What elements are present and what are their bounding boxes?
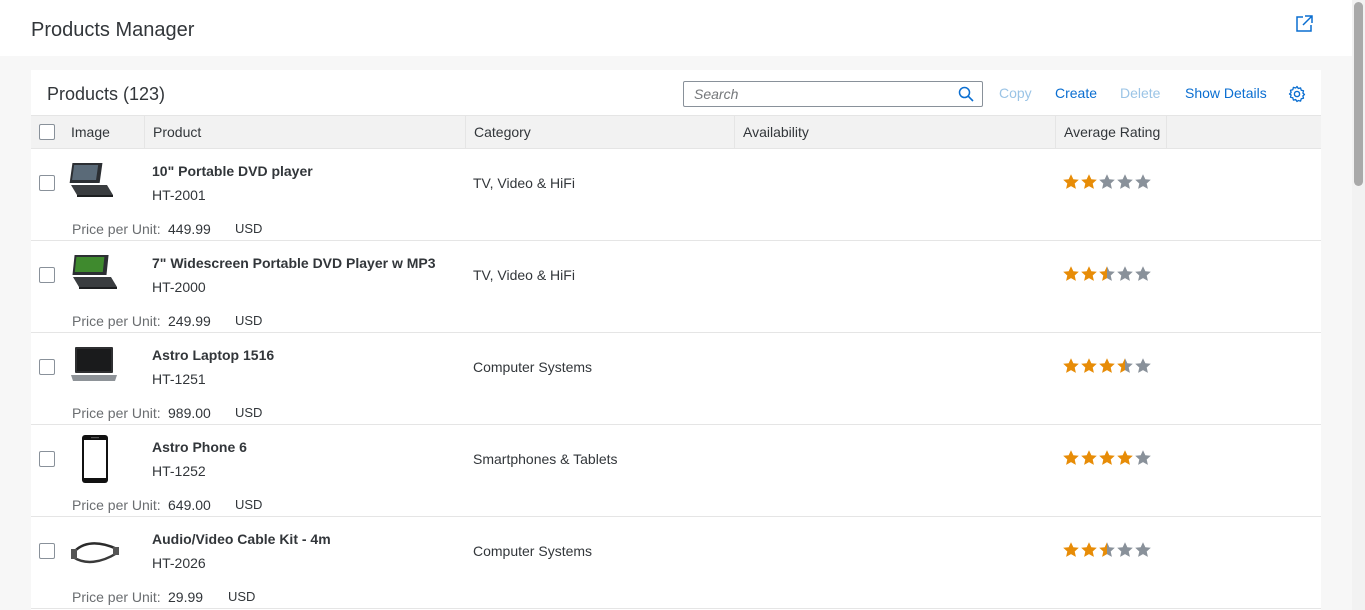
table-row[interactable]: Astro Laptop 1516 HT-1251 Computer Syste… — [31, 333, 1321, 425]
star-icon — [1063, 358, 1079, 373]
row-checkbox[interactable] — [39, 543, 55, 559]
product-id: HT-2001 — [152, 187, 206, 203]
price-value: 449.99 — [168, 221, 211, 237]
page-title: Products Manager — [31, 19, 195, 41]
price-value: 249.99 — [168, 313, 211, 329]
product-name[interactable]: Astro Laptop 1516 — [152, 347, 274, 363]
rating-stars — [1062, 173, 1152, 193]
star-icon — [1135, 358, 1151, 373]
table-row[interactable]: Audio/Video Cable Kit - 4m HT-2026 Compu… — [31, 517, 1321, 609]
star-icon — [1135, 450, 1151, 465]
star-icon — [1081, 450, 1097, 465]
product-id: HT-1252 — [152, 463, 206, 479]
star-icon — [1081, 358, 1097, 373]
product-id: HT-1251 — [152, 371, 206, 387]
row-checkbox[interactable] — [39, 359, 55, 375]
star-icon — [1135, 542, 1151, 557]
star-icon — [1117, 174, 1133, 189]
search-icon[interactable] — [958, 86, 974, 102]
price-label: Price per Unit: — [72, 589, 161, 605]
product-name[interactable]: Audio/Video Cable Kit - 4m — [152, 531, 331, 547]
row-checkbox[interactable] — [39, 451, 55, 467]
portable-dvd-player-image — [69, 163, 113, 197]
column-header-category[interactable]: Category — [465, 116, 734, 148]
star-icon — [1063, 266, 1079, 281]
product-category: TV, Video & HiFi — [473, 267, 575, 283]
price-currency: USD — [235, 221, 263, 236]
rating-stars — [1062, 265, 1152, 285]
price-currency: USD — [235, 405, 263, 420]
column-header-image[interactable]: Image — [63, 116, 143, 148]
product-name[interactable]: Astro Phone 6 — [152, 439, 247, 455]
star-icon — [1063, 542, 1079, 557]
delete-button[interactable]: Delete — [1120, 85, 1160, 101]
page-scrollbar[interactable] — [1352, 0, 1365, 610]
star-icon — [1099, 358, 1115, 373]
star-icon — [1135, 174, 1151, 189]
select-all-checkbox[interactable] — [39, 124, 55, 140]
price-label: Price per Unit: — [72, 313, 161, 329]
create-button[interactable]: Create — [1055, 85, 1097, 101]
star-icon — [1135, 266, 1151, 281]
shell-header: Products Manager — [0, 0, 1352, 56]
star-icon — [1099, 450, 1115, 465]
product-category: Computer Systems — [473, 543, 593, 559]
column-header-product[interactable]: Product — [144, 116, 465, 148]
row-checkbox[interactable] — [39, 175, 55, 191]
column-header-average-rating[interactable]: Average Rating — [1055, 116, 1167, 148]
settings-gear-icon[interactable] — [1288, 85, 1306, 103]
price-value: 649.00 — [168, 497, 211, 513]
price-currency: USD — [235, 497, 263, 512]
share-icon[interactable] — [1294, 14, 1314, 34]
search-input[interactable] — [684, 82, 952, 106]
star-icon — [1063, 450, 1079, 465]
cable-kit-image — [71, 542, 119, 564]
star-icon — [1099, 266, 1115, 281]
star-icon — [1081, 542, 1097, 557]
product-id: HT-2026 — [152, 555, 206, 571]
star-icon — [1099, 174, 1115, 189]
products-count-title: Products (123) — [47, 84, 166, 104]
price-value: 989.00 — [168, 405, 211, 421]
star-icon — [1117, 358, 1133, 373]
table-row[interactable]: 7" Widescreen Portable DVD Player w MP3 … — [31, 241, 1321, 333]
product-name[interactable]: 7" Widescreen Portable DVD Player w MP3 — [152, 255, 436, 271]
rating-stars — [1062, 541, 1152, 561]
star-icon — [1099, 542, 1115, 557]
price-value: 29.99 — [168, 589, 204, 605]
price-label: Price per Unit: — [72, 221, 161, 237]
product-category: TV, Video & HiFi — [473, 175, 575, 191]
price-currency: USD — [235, 313, 263, 328]
star-icon — [1117, 542, 1133, 557]
show-details-button[interactable]: Show Details — [1185, 85, 1267, 101]
products-panel: Products (123) Copy Create Delete Show D… — [31, 70, 1321, 610]
column-header-availability[interactable]: Availability — [734, 116, 1055, 148]
product-id: HT-2000 — [152, 279, 206, 295]
price-label: Price per Unit: — [72, 497, 161, 513]
table-header: Image Product Category Availability Aver… — [31, 115, 1321, 149]
laptop-image — [71, 347, 117, 381]
table-row[interactable]: Astro Phone 6 HT-1252 Smartphones & Tabl… — [31, 425, 1321, 517]
product-category: Smartphones & Tablets — [473, 451, 618, 467]
star-icon — [1081, 174, 1097, 189]
row-checkbox[interactable] — [39, 267, 55, 283]
rating-stars — [1062, 449, 1152, 469]
table-row[interactable]: 10" Portable DVD player HT-2001 TV, Vide… — [31, 149, 1321, 241]
product-category: Computer Systems — [473, 359, 593, 375]
scrollbar-thumb[interactable] — [1354, 2, 1363, 186]
widescreen-dvd-player-image — [72, 255, 117, 289]
copy-button[interactable]: Copy — [999, 85, 1032, 101]
rating-stars — [1062, 357, 1152, 377]
star-icon — [1117, 450, 1133, 465]
star-icon — [1063, 174, 1079, 189]
price-currency: USD — [228, 589, 256, 604]
smartphone-image — [82, 435, 108, 483]
price-label: Price per Unit: — [72, 405, 161, 421]
star-icon — [1081, 266, 1097, 281]
star-icon — [1117, 266, 1133, 281]
product-name[interactable]: 10" Portable DVD player — [152, 163, 313, 179]
search-field[interactable] — [683, 81, 983, 107]
